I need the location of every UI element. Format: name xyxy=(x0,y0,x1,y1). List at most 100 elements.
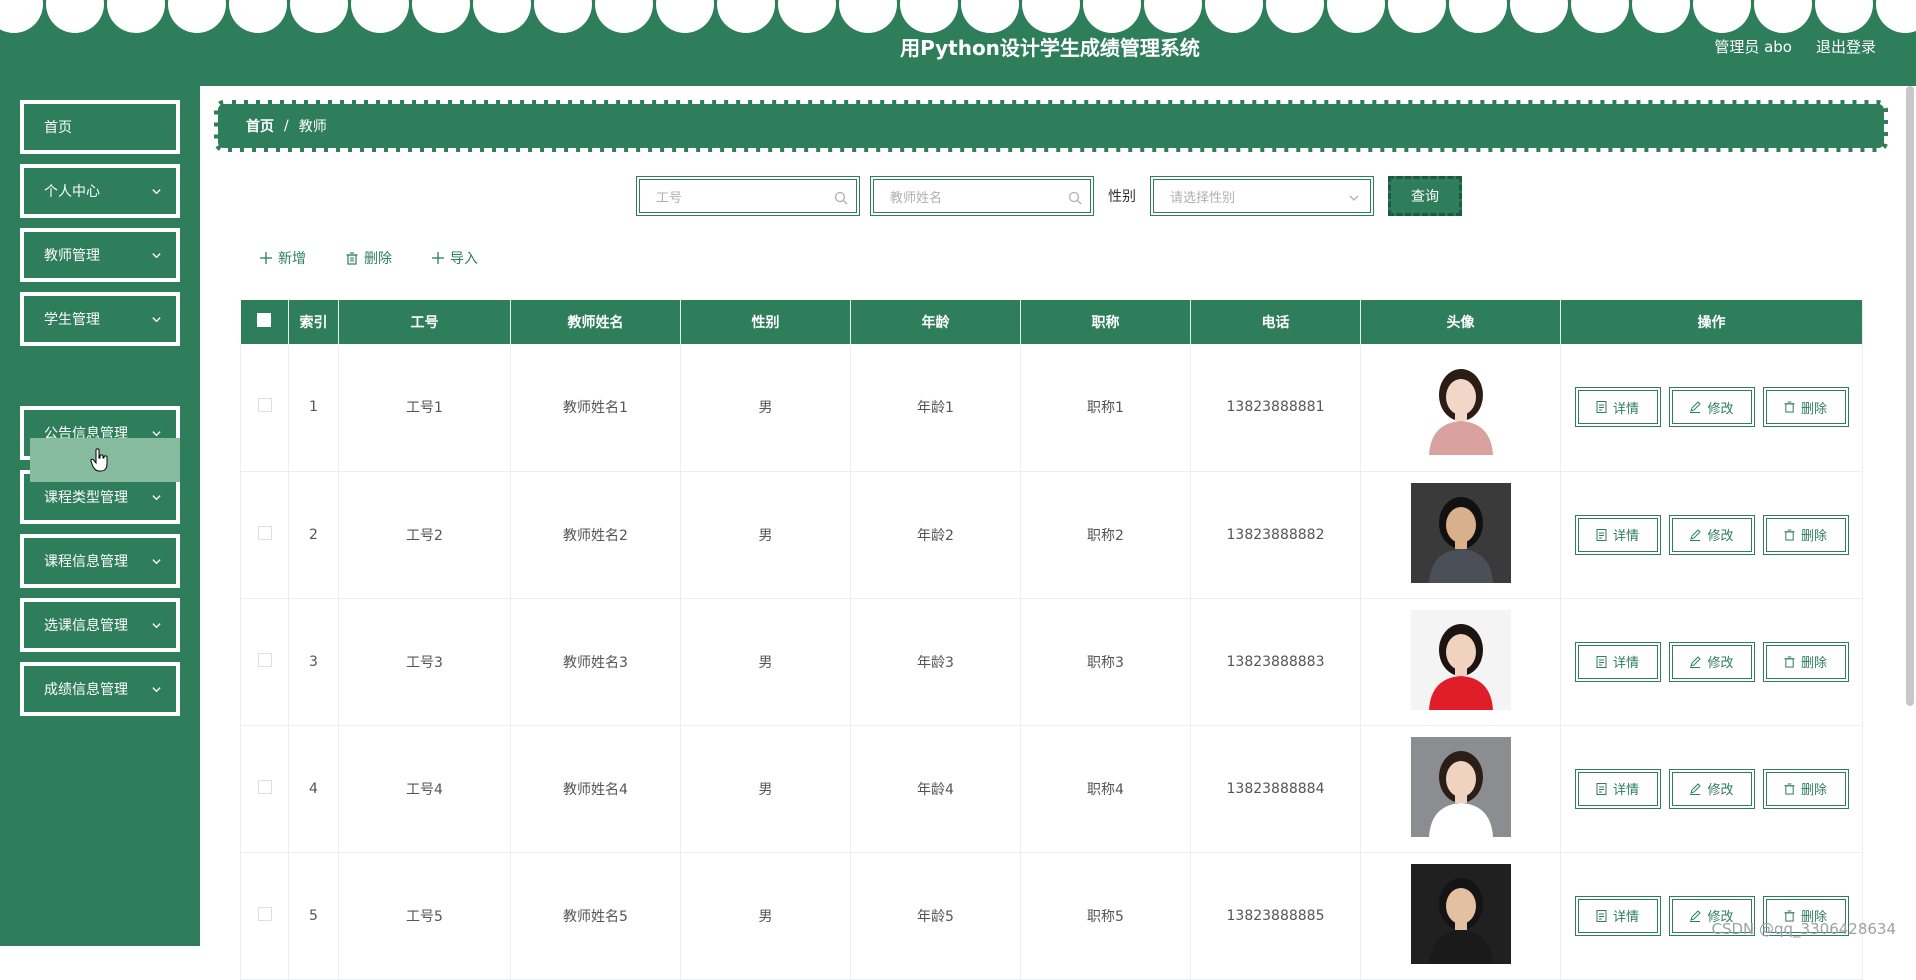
cell-gonghao: 工号1 xyxy=(339,344,511,471)
sidebar-item-2[interactable]: 教师管理 xyxy=(20,228,180,282)
sidebar-item-6[interactable]: 课程信息管理 xyxy=(20,534,180,588)
logout-link[interactable]: 退出登录 xyxy=(1816,36,1876,57)
detail-button[interactable]: 详情 xyxy=(1575,769,1661,809)
search-icon xyxy=(1068,191,1082,205)
teacher-table: 索引 工号 教师姓名 性别 年龄 职称 电话 头像 操作 1工号1教师姓名1男年… xyxy=(240,300,1863,980)
sidebar-item-label: 选课信息管理 xyxy=(44,615,128,635)
hand-cursor-icon xyxy=(90,448,110,472)
row-select[interactable] xyxy=(241,344,289,471)
edit-button[interactable]: 修改 xyxy=(1669,515,1755,555)
cell-operations: 详情 修改 删除 xyxy=(1561,344,1863,471)
sidebar-item-1[interactable]: 个人中心 xyxy=(20,164,180,218)
teacher-name-placeholder: 教师姓名 xyxy=(890,187,942,206)
edit-label: 修改 xyxy=(1707,779,1733,798)
edit-button[interactable]: 修改 xyxy=(1669,387,1755,427)
select-all-checkbox[interactable] xyxy=(257,313,271,327)
detail-label: 详情 xyxy=(1613,906,1639,925)
cell-index: 2 xyxy=(289,471,339,598)
breadcrumb: 首页 / 教师 xyxy=(214,100,1888,152)
sidebar-item-label: 学生管理 xyxy=(44,309,100,329)
sidebar-item-label: 课程信息管理 xyxy=(44,551,128,571)
sidebar-item-label: 课程类型管理 xyxy=(44,487,128,507)
row-checkbox[interactable] xyxy=(258,398,272,412)
row-select[interactable] xyxy=(241,725,289,852)
trash-icon xyxy=(1784,401,1795,413)
header-phone: 电话 xyxy=(1191,300,1361,344)
cell-phone: 13823888881 xyxy=(1191,344,1361,471)
detail-label: 详情 xyxy=(1613,779,1639,798)
document-icon xyxy=(1596,910,1607,922)
delete-row-button[interactable]: 删除 xyxy=(1763,515,1849,555)
edit-button[interactable]: 修改 xyxy=(1669,769,1755,809)
edit-button[interactable]: 修改 xyxy=(1669,642,1755,682)
header-sex: 性别 xyxy=(681,300,851,344)
sidebar-item-0[interactable]: 首页 xyxy=(20,100,180,154)
delete-row-button[interactable]: 删除 xyxy=(1763,769,1849,809)
breadcrumb-home[interactable]: 首页 xyxy=(246,116,274,136)
row-checkbox[interactable] xyxy=(258,653,272,667)
row-checkbox[interactable] xyxy=(258,780,272,794)
page-scrollbar[interactable] xyxy=(1906,86,1914,706)
chevron-down-icon xyxy=(150,555,162,567)
header-index: 索引 xyxy=(289,300,339,344)
watermark: CSDN @qq_3306428634 xyxy=(1711,920,1896,938)
edit-label: 修改 xyxy=(1707,525,1733,544)
cell-operations: 详情修改删除 xyxy=(1561,598,1863,725)
delete-row-button[interactable]: 删除 xyxy=(1763,387,1849,427)
header-title: 职称 xyxy=(1021,300,1191,344)
cell-sex: 男 xyxy=(681,598,851,725)
table-row: 2工号2教师姓名2男年龄2职称213823888882详情修改删除 xyxy=(241,471,1863,598)
header-gonghao: 工号 xyxy=(339,300,511,344)
query-button[interactable]: 查询 xyxy=(1388,176,1462,216)
cell-avatar xyxy=(1361,598,1561,725)
detail-button[interactable]: 详情 xyxy=(1575,387,1661,427)
import-label: 导入 xyxy=(450,248,478,268)
teacher-name-search-input[interactable]: 教师姓名 xyxy=(870,176,1094,216)
row-select[interactable] xyxy=(241,471,289,598)
chevron-down-icon xyxy=(150,491,162,503)
cell-phone: 13823888883 xyxy=(1191,598,1361,725)
add-button[interactable]: 新增 xyxy=(260,248,306,268)
chevron-down-icon xyxy=(150,619,162,631)
row-select[interactable] xyxy=(241,852,289,979)
import-button[interactable]: 导入 xyxy=(432,248,478,268)
delete-label: 删除 xyxy=(364,248,392,268)
delete-button[interactable]: 删除 xyxy=(346,248,392,268)
detail-button[interactable]: 详情 xyxy=(1575,896,1661,936)
header-teacher-name: 教师姓名 xyxy=(511,300,681,344)
detail-button[interactable]: 详情 xyxy=(1575,642,1661,682)
cell-gonghao: 工号2 xyxy=(339,471,511,598)
sidebar-item-3[interactable]: 学生管理 xyxy=(20,292,180,346)
teacher-avatar xyxy=(1411,737,1511,837)
cell-title: 职称1 xyxy=(1021,344,1191,471)
sidebar-item-8[interactable]: 成绩信息管理 xyxy=(20,662,180,716)
plus-icon xyxy=(432,252,444,264)
edit-label: 修改 xyxy=(1707,398,1733,417)
header-select-all[interactable] xyxy=(241,300,289,344)
cell-age: 年龄5 xyxy=(851,852,1021,979)
pencil-icon xyxy=(1689,910,1701,922)
gonghao-search-input[interactable]: 工号 xyxy=(636,176,860,216)
trash-icon xyxy=(1784,656,1795,668)
cell-index: 5 xyxy=(289,852,339,979)
sidebar-item-7[interactable]: 选课信息管理 xyxy=(20,598,180,652)
sex-select[interactable]: 请选择性别 xyxy=(1150,176,1374,216)
sidebar-item-label: 成绩信息管理 xyxy=(44,679,128,699)
cell-name: 教师姓名2 xyxy=(511,471,681,598)
sidebar-item-label: 个人中心 xyxy=(44,181,100,201)
teacher-avatar xyxy=(1411,355,1511,455)
document-icon xyxy=(1596,783,1607,795)
cell-gonghao: 工号4 xyxy=(339,725,511,852)
detail-button[interactable]: 详情 xyxy=(1575,515,1661,555)
sex-placeholder: 请选择性别 xyxy=(1170,187,1235,206)
row-checkbox[interactable] xyxy=(258,907,272,921)
row-select[interactable] xyxy=(241,598,289,725)
cell-name: 教师姓名4 xyxy=(511,725,681,852)
breadcrumb-current: 教师 xyxy=(299,116,327,136)
table-header-row: 索引 工号 教师姓名 性别 年龄 职称 电话 头像 操作 xyxy=(241,300,1863,344)
cell-age: 年龄1 xyxy=(851,344,1021,471)
table-row: 4工号4教师姓名4男年龄4职称413823888884详情修改删除 xyxy=(241,725,1863,852)
row-checkbox[interactable] xyxy=(258,526,272,540)
chevron-down-icon xyxy=(150,249,162,261)
delete-row-button[interactable]: 删除 xyxy=(1763,642,1849,682)
